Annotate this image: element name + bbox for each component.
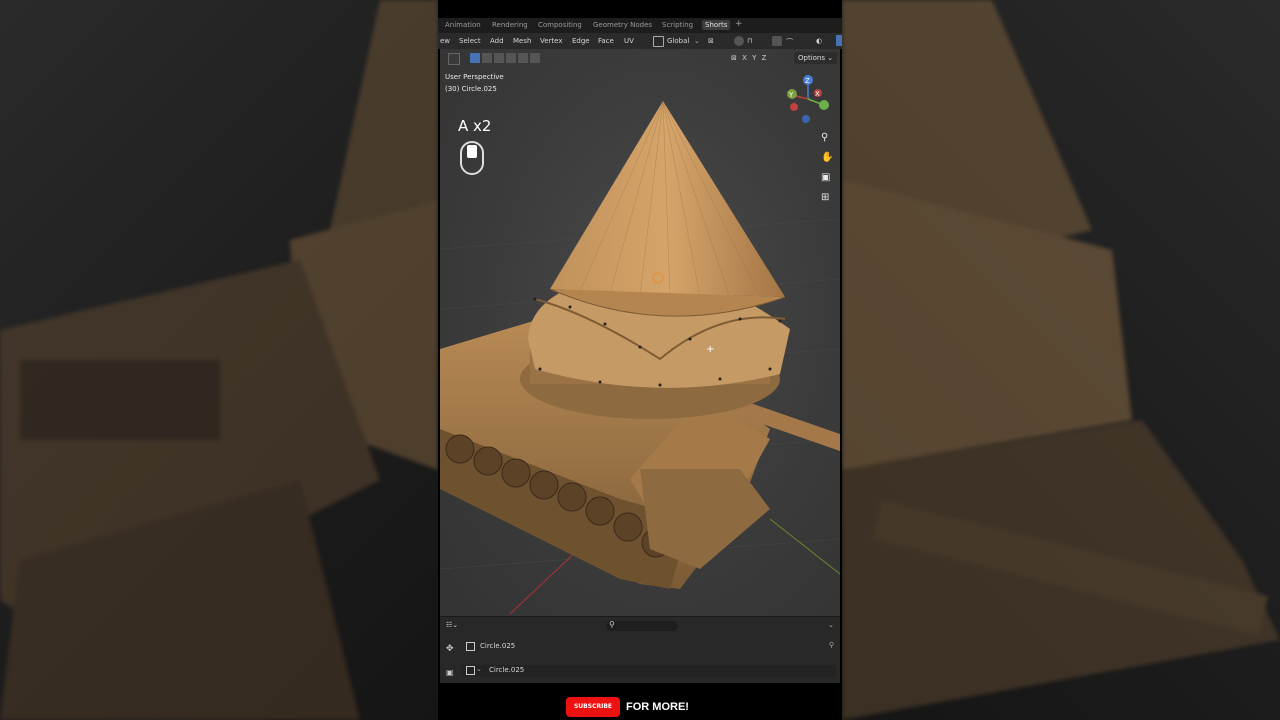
pin-icon[interactable]: ⚲ (829, 641, 834, 649)
select-intersect-icon[interactable] (518, 53, 528, 63)
blender-window: Animation Rendering Compositing Geometry… (438, 0, 842, 720)
axis-x-toggle[interactable]: X (742, 54, 747, 62)
grid-view-icon[interactable]: ⊞ (821, 192, 829, 203)
options-label: Options (798, 54, 826, 62)
scene-render: + (440, 100, 840, 615)
zoom-icon[interactable]: ⚲ (821, 132, 828, 143)
tab-scripting[interactable]: Scripting (662, 21, 693, 29)
search-input[interactable]: ⚲ (606, 620, 678, 631)
proportional-edit-icon[interactable] (772, 36, 782, 46)
tab-compositing[interactable]: Compositing (538, 21, 582, 29)
tool-settings-icon[interactable]: ✥ (446, 644, 454, 654)
tab-geometry-nodes[interactable]: Geometry Nodes (593, 21, 652, 29)
select-mode-icon[interactable] (530, 53, 540, 63)
mirror-icon[interactable]: ⊠ (731, 54, 737, 62)
blurred-background-right (842, 0, 1280, 720)
menu-select[interactable]: Select (459, 37, 481, 45)
viewport-header: ew Select Add Mesh Vertex Edge Face UV G… (438, 33, 842, 49)
blurred-tank-left (0, 0, 438, 720)
pivot-icon[interactable]: ⊠ (708, 37, 714, 45)
mesh-data-row[interactable]: ⌄ Circle.025 (462, 665, 836, 677)
tab-animation[interactable]: Animation (445, 21, 481, 29)
select-subtract-icon[interactable] (494, 53, 504, 63)
snap-icon[interactable] (734, 36, 744, 46)
axis-z-toggle[interactable]: Z (762, 54, 767, 62)
blurred-background-left (0, 0, 438, 720)
menu-view[interactable]: ew (440, 37, 450, 45)
object-row: Circle.025 ⚲ (462, 641, 836, 653)
chevron-down-icon[interactable]: ⌄ (828, 621, 834, 629)
object-info-label: (30) Circle.025 (445, 85, 497, 93)
menu-face[interactable]: Face (598, 37, 614, 45)
editor-type-icon[interactable]: ☷⌄ (446, 621, 458, 629)
pan-hand-icon[interactable]: ✋ (821, 152, 833, 163)
tool-icon[interactable] (448, 53, 460, 65)
for-more-text: FOR MORE! (626, 701, 689, 713)
mirror-axes: ⊠ X Y Z (731, 54, 766, 62)
3d-viewport[interactable]: + User Perspective (30) Circle.025 A x2 … (440, 49, 840, 616)
svg-text:+: + (706, 344, 714, 355)
menu-edge[interactable]: Edge (572, 37, 590, 45)
gizmo-y-label: Y (788, 91, 794, 99)
chevron-down-icon: ⌄ (827, 54, 834, 62)
shortcut-hint: A x2 (458, 117, 492, 135)
object-name[interactable]: Circle.025 (480, 642, 515, 650)
select-invert-icon[interactable] (506, 53, 516, 63)
tab-shorts[interactable]: Shorts (702, 20, 731, 30)
add-workspace-button[interactable]: + (735, 19, 743, 29)
select-extend-icon[interactable] (482, 53, 492, 63)
menu-vertex[interactable]: Vertex (540, 37, 563, 45)
search-icon: ⚲ (609, 620, 615, 629)
tab-rendering[interactable]: Rendering (492, 21, 528, 29)
object-icon (466, 642, 475, 651)
select-box-icon[interactable] (470, 53, 480, 63)
options-dropdown[interactable]: Options ⌄ (794, 52, 838, 64)
snap-settings-icon[interactable]: ⊓ (747, 37, 752, 45)
camera-icon[interactable]: ▣ (821, 172, 830, 183)
subscribe-button[interactable]: SUBSCRIBE (566, 697, 620, 717)
overlay-toggle[interactable] (836, 35, 842, 46)
properties-panel: ☷⌄ ⚲ ⌄ ✥ Circle.025 ⚲ ▣ ⌄ Circle.025 (440, 616, 840, 683)
transform-orientation-dropdown[interactable]: Global (667, 37, 689, 45)
visibility-icon[interactable]: ◐ (816, 37, 822, 45)
orientation-icon (653, 36, 664, 47)
mesh-icon (466, 666, 475, 675)
menu-mesh[interactable]: Mesh (513, 37, 531, 45)
navigation-gizmo[interactable]: Z Y X (784, 73, 836, 125)
menu-add[interactable]: Add (490, 37, 504, 45)
gizmo-x-label: X (815, 90, 820, 98)
mesh-name[interactable]: Circle.025 (489, 666, 524, 674)
chevron-down-icon: ⌄ (476, 665, 482, 673)
blurred-tank-right (842, 0, 1280, 720)
object-data-icon[interactable]: ▣ (446, 668, 454, 677)
chevron-down-icon: ⌄ (694, 37, 700, 45)
mouse-icon (460, 141, 484, 175)
gizmo-z-label: Z (805, 77, 810, 85)
menu-uv[interactable]: UV (624, 37, 634, 45)
workspace-tab-bar: Animation Rendering Compositing Geometry… (438, 18, 842, 33)
view-name-label: User Perspective (445, 73, 504, 81)
axis-y-toggle[interactable]: Y (752, 54, 756, 62)
falloff-icon[interactable]: ⌒ (786, 37, 793, 47)
